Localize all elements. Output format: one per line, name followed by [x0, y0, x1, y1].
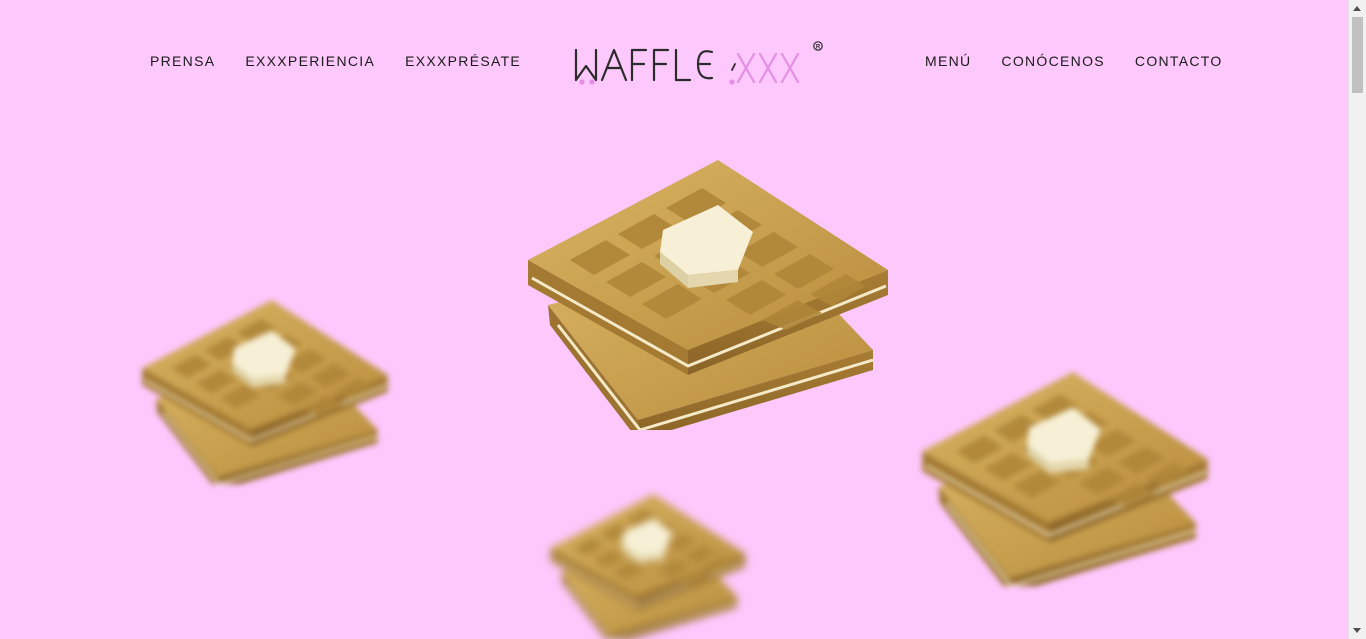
wafflexxx-logo[interactable]: R	[572, 40, 827, 88]
nav-link-contacto[interactable]: CONTACTO	[1135, 52, 1223, 70]
nav-link-menu[interactable]: MENÚ	[925, 52, 971, 70]
svg-text:R: R	[816, 45, 821, 51]
nav-right: MENÚ CONÓCENOS CONTACTO	[925, 52, 1223, 70]
waffle-main-icon	[528, 160, 888, 430]
scroll-up-icon[interactable]	[1353, 6, 1361, 11]
nav-left: PRENSA EXXXPERIENCIA EXXXPRÉSATE	[150, 52, 521, 70]
nav-link-exxxperiencia[interactable]: EXXXPERIENCIA	[245, 52, 375, 70]
nav-link-exxxpresate[interactable]: EXXXPRÉSATE	[405, 52, 521, 70]
waffle-left-icon	[142, 300, 388, 484]
waffle-right-icon	[922, 372, 1208, 586]
waffle-bottom-icon	[550, 494, 746, 639]
scroll-down-icon[interactable]	[1353, 628, 1361, 633]
scroll-thumb[interactable]	[1352, 17, 1363, 93]
nav-link-conocenos[interactable]: CONÓCENOS	[1001, 52, 1105, 70]
nav-link-prensa[interactable]: PRENSA	[150, 52, 215, 70]
landing-page: PRENSA EXXXPERIENCIA EXXXPRÉSATE R MENÚ	[0, 0, 1349, 639]
page-scrollbar[interactable]	[1348, 0, 1366, 639]
